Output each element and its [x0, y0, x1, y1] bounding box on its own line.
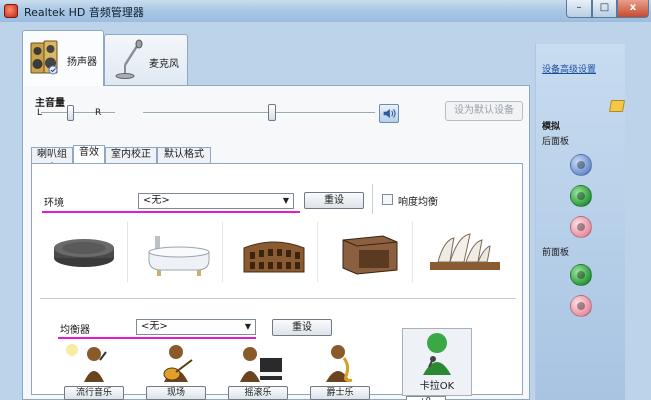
sidebar: 设备高级设置 模拟 后面板 前面板	[535, 44, 626, 400]
pop-singer-icon	[66, 344, 107, 382]
equalizer-label: 均衡器	[60, 325, 90, 336]
chevron-down-icon: ▼	[244, 322, 252, 331]
tab-microphone-label: 麦克风	[149, 59, 179, 70]
rear-panel-label: 后面板	[542, 137, 570, 147]
environment-reset-button[interactable]: 重设	[304, 192, 364, 209]
divider	[372, 184, 373, 214]
microphone-icon	[115, 39, 143, 79]
volume-slider-thumb[interactable]	[268, 104, 276, 121]
realtek-app-icon	[4, 4, 18, 18]
chevron-down-icon: ▼	[282, 196, 290, 205]
environment-select-value: <无>	[143, 195, 170, 206]
set-default-device-button[interactable]: 设为默认设备	[445, 101, 523, 121]
equalizer-select-value: <无>	[141, 321, 168, 332]
loudness-equalization-checkbox[interactable]	[382, 194, 393, 205]
tab-sound-effects[interactable]: 音效	[73, 145, 105, 163]
karaoke-stepper[interactable]: +0	[406, 396, 446, 400]
front-pink-jack[interactable]	[570, 295, 592, 317]
preset-jazz-button[interactable]: 爵士乐	[310, 386, 370, 400]
rear-blue-jack[interactable]	[570, 154, 592, 176]
jack-hole-icon	[577, 302, 585, 310]
opera-house-image[interactable]	[420, 222, 508, 282]
environment-presets	[40, 222, 514, 282]
equalizer-presets: 流行音乐 现场 摇滚乐 爵士乐	[52, 342, 382, 400]
volume-slider-track	[143, 112, 375, 114]
main-volume-label: 主音量	[35, 98, 65, 109]
tab-default-format[interactable]: 默认格式	[157, 147, 211, 163]
bathtub-image[interactable]	[135, 222, 223, 282]
preset-jazz[interactable]: 爵士乐	[310, 342, 370, 400]
rear-pink-jack[interactable]	[570, 216, 592, 238]
mute-button[interactable]	[379, 104, 399, 123]
guitarist-icon	[163, 345, 193, 382]
environment-select[interactable]: <无> ▼	[138, 193, 294, 209]
jack-hole-icon	[577, 271, 585, 279]
tab-room-correction[interactable]: 室内校正	[105, 147, 157, 163]
equalizer-annotation-line	[58, 337, 256, 339]
jack-hole-icon	[577, 192, 585, 200]
preset-rock-button[interactable]: 摇滚乐	[228, 386, 288, 400]
preset-pop-button[interactable]: 流行音乐	[64, 386, 124, 400]
karaoke-button[interactable]: 卡拉OK	[402, 328, 472, 396]
speaker-panel: 主音量 L R 设为默认设备 喇叭组态 音效 室内校正 默认格式 环境 <无> …	[22, 85, 530, 400]
room-image[interactable]	[325, 222, 413, 282]
speaker-volume-icon	[383, 109, 396, 118]
close-button[interactable]: x	[617, 0, 649, 18]
tab-speaker[interactable]: 扬声器	[22, 30, 104, 86]
balance-right-label: R	[95, 108, 102, 118]
balance-slider-track	[41, 112, 115, 114]
karaoke-label: 卡拉OK	[419, 381, 455, 392]
loudness-equalization-label: 响度均衡	[398, 197, 438, 208]
front-green-jack[interactable]	[570, 264, 592, 286]
speaker-icon	[30, 40, 58, 75]
equalizer-reset-button[interactable]: 重设	[272, 319, 332, 336]
window-body: 扬声器 麦克风 主音量 L R 设为默认设备 喇叭组态 音效	[0, 22, 651, 400]
pianist-icon	[240, 347, 282, 382]
tab-speaker-config[interactable]: 喇叭组态	[31, 147, 73, 174]
karaoke-icon	[423, 333, 451, 375]
rear-green-jack[interactable]	[570, 185, 592, 207]
maximize-button[interactable]: □	[592, 0, 617, 18]
analog-title: 模拟	[542, 122, 561, 132]
preset-live[interactable]: 现场	[146, 342, 206, 400]
window-title: Realtek HD 音频管理器	[24, 6, 144, 19]
balance-slider-thumb[interactable]	[67, 105, 74, 121]
front-panel-label: 前面板	[542, 248, 570, 258]
tab-speaker-label: 扬声器	[67, 57, 97, 68]
stone-disc-image[interactable]	[40, 222, 128, 282]
tab-microphone[interactable]: 麦克风	[104, 34, 188, 86]
equalizer-select[interactable]: <无> ▼	[136, 319, 256, 335]
title-bar: Realtek HD 音频管理器 – □ x	[0, 0, 651, 22]
preset-rock[interactable]: 摇滚乐	[228, 342, 288, 400]
environment-label: 环境	[44, 198, 64, 209]
colosseum-image[interactable]	[230, 222, 318, 282]
advanced-settings-link[interactable]: 设备高级设置	[542, 62, 596, 75]
preset-pop[interactable]: 流行音乐	[64, 342, 124, 400]
environment-annotation-line	[42, 211, 300, 213]
jack-hole-icon	[577, 161, 585, 169]
sound-effects-pane: 环境 <无> ▼ 重设 响度均衡 均衡器 <无> ▼ 重设 流行音乐 现场 摇滚…	[31, 163, 523, 400]
minimize-button[interactable]: –	[566, 0, 592, 18]
section-divider	[40, 298, 516, 299]
preset-live-button[interactable]: 现场	[146, 386, 206, 400]
jack-hole-icon	[577, 223, 585, 231]
folder-icon[interactable]	[608, 100, 626, 112]
saxophonist-icon	[326, 345, 353, 382]
